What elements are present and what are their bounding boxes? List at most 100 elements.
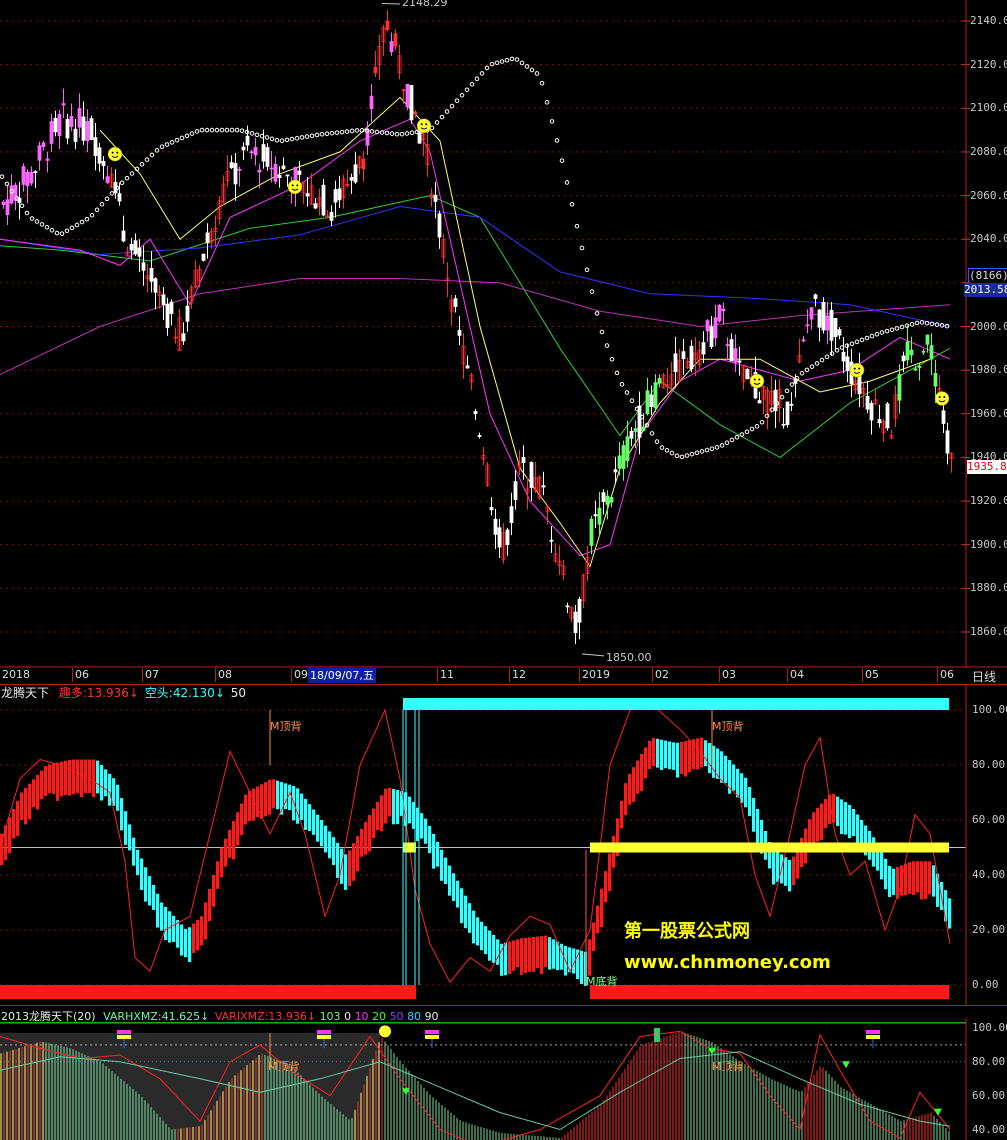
- candle-body: [785, 401, 790, 426]
- candle-body: [21, 166, 26, 185]
- candle-body: [97, 147, 102, 164]
- date-label: 04: [790, 668, 804, 681]
- oscillator-bar: [848, 804, 852, 839]
- candle-body: [801, 339, 806, 342]
- period-button[interactable]: 日线: [972, 668, 996, 685]
- dot-point: [694, 450, 700, 456]
- date-label: 08: [218, 668, 232, 681]
- oscillator-bar: [264, 782, 268, 817]
- low-price-label: 1850.00: [606, 651, 652, 664]
- oscillator-bar: [228, 829, 232, 858]
- oscillator-bar: [548, 937, 552, 970]
- candle-body: [181, 333, 186, 342]
- candle-body: [757, 400, 762, 404]
- dot-point: [689, 451, 695, 457]
- candle-body: [361, 158, 366, 170]
- candle-body: [277, 174, 282, 179]
- candle-body: [101, 160, 106, 167]
- oscillator-bar: [488, 930, 492, 961]
- oscillator-bar: [284, 783, 288, 810]
- oscillator-bar: [888, 865, 892, 898]
- oscillator-bar: [308, 804, 312, 831]
- oscillator-bar: [368, 815, 372, 852]
- oscillator-bar: [452, 873, 456, 901]
- main-chart[interactable]: [0, 0, 1007, 668]
- candle-body: [1, 201, 6, 206]
- dot-point: [439, 114, 445, 120]
- candle-body: [165, 303, 170, 329]
- oscillator-bar: [708, 743, 712, 774]
- candle-body: [497, 527, 502, 548]
- candle-body: [789, 403, 794, 406]
- candle-body: [33, 171, 38, 174]
- candle-body: [297, 170, 302, 175]
- dot-point: [729, 437, 735, 443]
- signal-marker-top: [425, 1030, 439, 1034]
- dot-point: [654, 439, 660, 444]
- candle-body: [405, 83, 410, 108]
- oscillator-bar: [920, 861, 924, 900]
- dot-point: [914, 320, 920, 326]
- dot-point: [789, 382, 795, 387]
- oscillator-bar: [76, 759, 80, 794]
- dot-point: [629, 398, 635, 403]
- dot-point: [614, 370, 620, 376]
- oscillator-bar: [552, 939, 556, 969]
- panel2-annotation-1: M顶背: [268, 1060, 300, 1073]
- candle-body: [781, 423, 786, 426]
- candle-body: [477, 435, 482, 437]
- candle-body: [617, 455, 622, 469]
- candle-body: [929, 345, 934, 360]
- oscillator-bar: [432, 833, 436, 869]
- dot-point: [79, 219, 85, 225]
- signal-marker-top: [317, 1030, 331, 1034]
- candle-body: [825, 315, 830, 331]
- dot-point: [84, 216, 90, 222]
- dot-point: [499, 59, 505, 64]
- candle-body: [73, 128, 78, 142]
- oscillator-bar: [448, 865, 452, 896]
- oscillator-bar: [852, 809, 856, 836]
- date-label: 02: [655, 668, 669, 681]
- panel1-tick-label: 80.00: [972, 758, 1006, 771]
- oscillator-bar: [628, 773, 632, 805]
- panel1-chart[interactable]: [0, 685, 1007, 1005]
- dot-point: [649, 431, 655, 436]
- smiley-eye: [111, 151, 114, 154]
- dot-point: [194, 129, 200, 134]
- dot-point: [574, 223, 580, 229]
- oscillator-bar: [204, 902, 208, 940]
- oscillator-bar: [660, 739, 664, 771]
- watermark-cn: 第一股票公式网: [624, 921, 750, 942]
- date-axis: 2018 06 07 08 09 11 12 2019 02 03 04 05 06 18/09/07,…: [0, 668, 1007, 684]
- oscillator-bar: [676, 742, 680, 778]
- oscillator-bar: [636, 760, 640, 794]
- oscillator-bar: [256, 786, 260, 818]
- oscillator-bar: [428, 825, 432, 854]
- oscillator-bar: [736, 768, 740, 798]
- price-tick-label: 1860.00: [970, 625, 1007, 638]
- oscillator-bar: [756, 809, 760, 845]
- dot-point: [274, 137, 280, 143]
- dot-point: [484, 65, 490, 71]
- dot-point: [864, 335, 870, 341]
- dot-point: [894, 326, 900, 331]
- candle-body: [813, 294, 818, 299]
- candle-body: [913, 368, 918, 371]
- smiley-eye: [753, 378, 756, 381]
- candle-body: [85, 121, 90, 142]
- oscillator-bar: [924, 861, 928, 900]
- dot-point: [854, 339, 860, 345]
- candle-body: [505, 529, 510, 545]
- panel2-chart[interactable]: [0, 1018, 1007, 1140]
- oscillator-bar: [772, 848, 776, 885]
- oscillator-bar: [80, 759, 84, 798]
- smiley-eye: [296, 184, 299, 187]
- dot-point: [104, 196, 110, 202]
- dot-point: [899, 324, 905, 330]
- red-bottom-band-right: [590, 985, 949, 999]
- dot-point: [529, 67, 535, 73]
- date-tick: [142, 668, 143, 682]
- oscillator-bar: [912, 861, 916, 896]
- candle-body: [41, 142, 46, 147]
